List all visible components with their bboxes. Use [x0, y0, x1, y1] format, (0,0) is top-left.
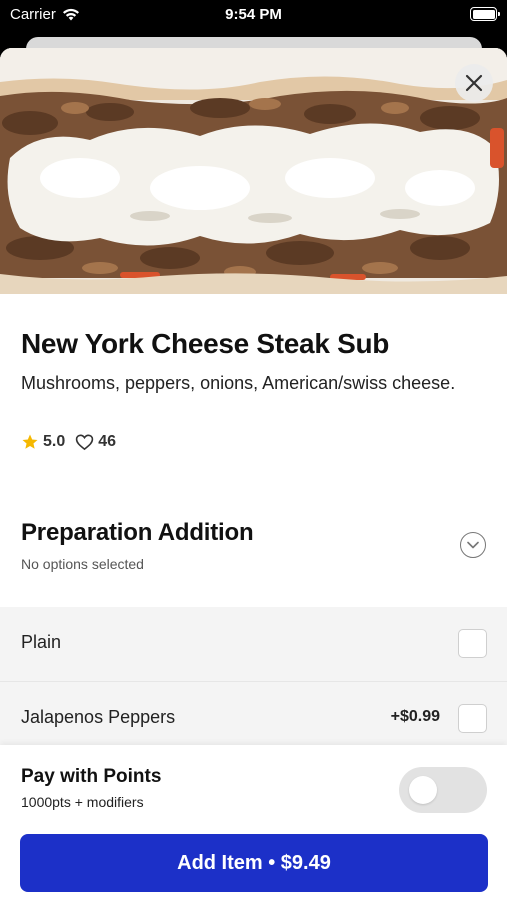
close-button[interactable]	[455, 64, 493, 102]
option-price: +$0.99	[390, 708, 440, 725]
pay-with-points-toggle[interactable]	[399, 767, 487, 813]
chevron-down-icon[interactable]	[460, 532, 486, 558]
add-item-button[interactable]: Add Item • $9.49	[20, 834, 488, 892]
pay-with-points-subtitle: 1000pts + modifiers	[21, 794, 144, 810]
status-bar: Carrier 9:54 PM	[0, 0, 507, 30]
toggle-knob	[409, 776, 437, 804]
preparation-section-header[interactable]: Preparation Addition No options selected	[0, 506, 507, 606]
likes-count: 46	[98, 433, 117, 450]
options-list: Plain Jalapenos Peppers +$0.99	[0, 607, 507, 757]
pay-with-points-title: Pay with Points	[21, 766, 162, 787]
item-description: Mushrooms, peppers, onions, American/swi…	[21, 373, 456, 393]
option-checkbox[interactable]	[458, 704, 487, 733]
order-footer: Pay with Points 1000pts + modifiers Add …	[0, 745, 507, 900]
item-title: New York Cheese Steak Sub	[21, 328, 390, 359]
section-subtitle: No options selected	[21, 556, 144, 572]
section-title: Preparation Addition	[21, 519, 254, 546]
option-label: Jalapenos Peppers	[21, 707, 176, 727]
option-row-plain[interactable]: Plain	[0, 607, 507, 682]
item-detail-sheet: New York Cheese Steak Sub Mushrooms, pep…	[0, 48, 507, 900]
option-checkbox[interactable]	[458, 629, 487, 658]
likes-stat[interactable]: 46	[75, 433, 116, 451]
item-stats: 5.0 46	[21, 433, 126, 451]
battery-icon	[470, 7, 500, 21]
option-label: Plain	[21, 632, 62, 652]
close-icon	[465, 74, 483, 92]
rating-stat: 5.0	[21, 433, 65, 451]
clock: 9:54 PM	[225, 6, 282, 23]
item-photo	[0, 48, 507, 294]
heart-icon	[76, 434, 94, 451]
star-icon	[22, 434, 38, 449]
rating-value: 5.0	[43, 433, 66, 450]
